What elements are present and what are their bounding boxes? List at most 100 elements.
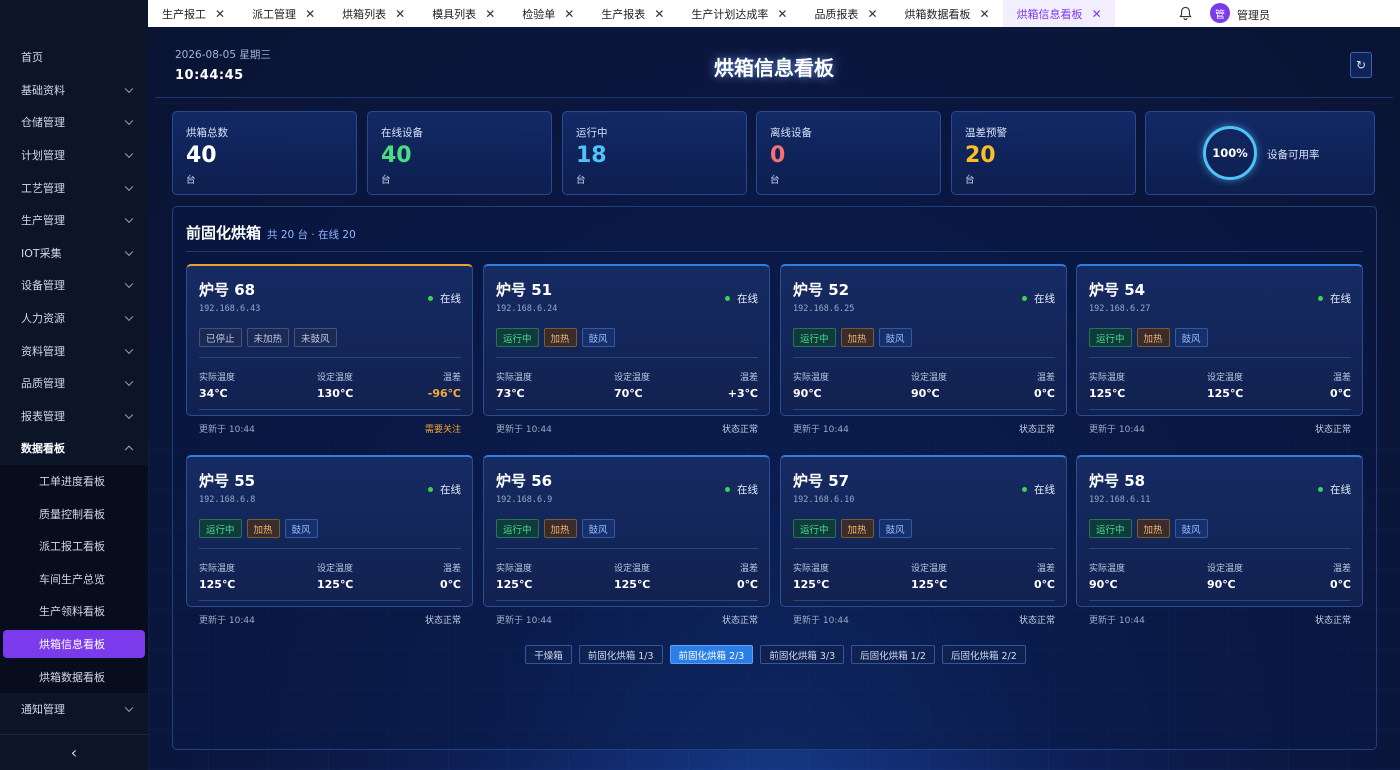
sidebar-item-plan[interactable]: 计划管理 bbox=[0, 139, 148, 172]
sidebar-item-label: 通知管理 bbox=[21, 703, 65, 717]
pager-button[interactable]: 后固化烘箱 2/2 bbox=[941, 645, 1026, 664]
online-status: 在线 bbox=[1318, 291, 1351, 306]
pager-button[interactable]: 干燥箱 bbox=[525, 645, 572, 664]
close-icon[interactable]: ✕ bbox=[564, 7, 574, 21]
refresh-button[interactable]: ↻ bbox=[1350, 52, 1372, 78]
actual-temp-label: 实际温度 bbox=[199, 373, 236, 383]
sidebar-item-reports[interactable]: 报表管理 bbox=[0, 400, 148, 433]
tab-inspection[interactable]: 检验单 ✕ bbox=[508, 0, 587, 27]
sidebar-item-warehouse[interactable]: 仓储管理 bbox=[0, 106, 148, 139]
close-icon[interactable]: ✕ bbox=[867, 7, 877, 21]
oven-card[interactable]: 炉号 55 192.168.6.8 在线 运行中 加热 鼓风 实际温度 设定温度 温… bbox=[186, 455, 473, 626]
sidebar-subitem-workshop-overview[interactable]: 车间生产总览 bbox=[0, 563, 148, 596]
set-temp-label: 设定温度 bbox=[614, 373, 651, 383]
sidebar-item-label: IOT采集 bbox=[21, 246, 62, 260]
sidebar-item-equipment[interactable]: 设备管理 bbox=[0, 269, 148, 302]
sidebar-subitem-quality-control[interactable]: 质量控制看板 bbox=[0, 497, 148, 530]
temp-diff-label: 温差 bbox=[1036, 564, 1055, 574]
stat-card-offline: 离线设备 0 台 bbox=[756, 111, 941, 195]
pager-button[interactable]: 前固化烘箱 1/3 bbox=[578, 645, 663, 664]
oven-card[interactable]: 炉号 57 192.168.6.10 在线 运行中 加热 鼓风 实际温度 设定温度 … bbox=[780, 455, 1067, 626]
avatar[interactable]: 管 bbox=[1210, 3, 1230, 23]
pager-button[interactable]: 前固化烘箱 3/3 bbox=[760, 645, 845, 664]
sidebar-item-process[interactable]: 工艺管理 bbox=[0, 171, 148, 204]
sidebar-subitem-work-order-progress[interactable]: 工单进度看板 bbox=[0, 465, 148, 498]
sidebar-item-production[interactable]: 生产管理 bbox=[0, 204, 148, 237]
stat-unit: 台 bbox=[381, 175, 391, 186]
oven-card[interactable]: 炉号 56 192.168.6.9 在线 运行中 加热 鼓风 实际温度 设定温度 温… bbox=[483, 455, 770, 626]
close-icon[interactable]: ✕ bbox=[215, 7, 225, 21]
tab-dispatch[interactable]: 派工管理 ✕ bbox=[238, 0, 328, 27]
bell-icon[interactable] bbox=[1178, 6, 1193, 21]
chevron-up-icon bbox=[124, 445, 134, 455]
sidebar-item-dashboards[interactable]: 数据看板 bbox=[0, 432, 148, 465]
status-dot-icon bbox=[725, 487, 730, 492]
set-temp-value: 90℃ bbox=[1207, 578, 1236, 591]
close-icon[interactable]: ✕ bbox=[305, 7, 315, 21]
close-icon[interactable]: ✕ bbox=[654, 7, 664, 21]
card-divider bbox=[793, 600, 1055, 601]
status-tags: 运行中 加热 鼓风 bbox=[496, 328, 615, 347]
sidebar-item-basic-data[interactable]: 基础资料 bbox=[0, 74, 148, 107]
status-tags: 运行中 加热 鼓风 bbox=[1089, 519, 1208, 538]
card-divider bbox=[793, 409, 1055, 410]
tab-production-report[interactable]: 生产报工 ✕ bbox=[148, 0, 238, 27]
oven-card[interactable]: 炉号 54 192.168.6.27 在线 运行中 加热 鼓风 实际温度 设定温度 … bbox=[1076, 264, 1363, 435]
close-icon[interactable]: ✕ bbox=[485, 7, 495, 21]
chevron-down-icon bbox=[124, 312, 134, 322]
sidebar-subitem-dispatch-report[interactable]: 派工报工看板 bbox=[0, 530, 148, 563]
header-divider bbox=[155, 97, 1393, 98]
actual-temp-label: 实际温度 bbox=[496, 564, 533, 574]
sidebar-item-documents[interactable]: 资料管理 bbox=[0, 334, 148, 367]
pager-button[interactable]: 前固化烘箱 2/3 bbox=[669, 645, 754, 664]
sidebar-item-hr[interactable]: 人力资源 bbox=[0, 302, 148, 335]
temp-diff-label: 温差 bbox=[1332, 564, 1351, 574]
close-icon[interactable]: ✕ bbox=[395, 7, 405, 21]
card-divider bbox=[1089, 409, 1351, 410]
tab-oven-list[interactable]: 烘箱列表 ✕ bbox=[328, 0, 418, 27]
sidebar-subitem-oven-data[interactable]: 烘箱数据看板 bbox=[0, 660, 148, 693]
oven-card[interactable]: 炉号 51 192.168.6.24 在线 运行中 加热 鼓风 实际温度 设定温度 … bbox=[483, 264, 770, 435]
card-divider bbox=[496, 600, 758, 601]
actual-temp-label: 实际温度 bbox=[496, 373, 533, 383]
tab-quality-report[interactable]: 品质报表 ✕ bbox=[800, 0, 890, 27]
sidebar-item-label: 资料管理 bbox=[21, 344, 65, 358]
sidebar-collapse-button[interactable]: ‹ bbox=[0, 734, 148, 770]
stat-card-total: 烘箱总数 40 台 bbox=[172, 111, 357, 195]
close-icon[interactable]: ✕ bbox=[777, 7, 787, 21]
status-dot-icon bbox=[1318, 296, 1323, 301]
updated-time: 更新于 10:44 bbox=[199, 616, 255, 626]
card-state: 需要关注 bbox=[424, 425, 461, 435]
oven-card[interactable]: 炉号 52 192.168.6.25 在线 运行中 加热 鼓风 实际温度 设定温度 … bbox=[780, 264, 1067, 435]
refresh-icon: ↻ bbox=[1355, 58, 1367, 72]
card-state: 状态正常 bbox=[721, 425, 758, 435]
oven-card[interactable]: 炉号 58 192.168.6.11 在线 运行中 加热 鼓风 实际温度 设定温度 … bbox=[1076, 455, 1363, 626]
user-name[interactable]: 管理员 bbox=[1237, 7, 1270, 23]
sidebar-subitem-material-picking[interactable]: 生产领料看板 bbox=[0, 595, 148, 628]
actual-temp-value: 73℃ bbox=[496, 387, 525, 400]
tab-plan-achievement[interactable]: 生产计划达成率 ✕ bbox=[677, 0, 800, 27]
temp-diff-label: 温差 bbox=[1036, 373, 1055, 383]
tab-production-statement[interactable]: 生产报表 ✕ bbox=[587, 0, 677, 27]
tab-label: 烘箱数据看板 bbox=[904, 7, 971, 21]
close-icon[interactable]: ✕ bbox=[980, 7, 990, 21]
status-badge: 加热 bbox=[1136, 328, 1170, 347]
tab-oven-data[interactable]: 烘箱数据看板 ✕ bbox=[891, 0, 1003, 27]
status-text: 在线 bbox=[737, 293, 758, 305]
sidebar-item-iot[interactable]: IOT采集 bbox=[0, 237, 148, 270]
oven-card[interactable]: 炉号 68 192.168.6.43 在线 已停止 未加热 未鼓风 实际温度 设定温… bbox=[186, 264, 473, 435]
sidebar-item-notifications[interactable]: 通知管理 bbox=[0, 693, 148, 726]
pager-button[interactable]: 后固化烘箱 1/2 bbox=[851, 645, 935, 664]
tab-mold-list[interactable]: 模具列表 ✕ bbox=[418, 0, 508, 27]
tab-oven-info[interactable]: 烘箱信息看板 ✕ bbox=[1002, 0, 1115, 27]
sidebar-subitem-oven-info[interactable]: 烘箱信息看板 bbox=[3, 629, 145, 658]
status-text: 在线 bbox=[737, 484, 758, 496]
sidebar-submenu-dashboards: 工单进度看板 质量控制看板 派工报工看板 车间生产总览 生产领料看板 烘箱信息看… bbox=[0, 464, 148, 693]
sidebar-item-home[interactable]: 首页 bbox=[0, 41, 148, 74]
oven-ip: 192.168.6.8 bbox=[199, 495, 256, 505]
sidebar-item-quality[interactable]: 品质管理 bbox=[0, 367, 148, 400]
sidebar-item-label: 工艺管理 bbox=[21, 181, 65, 195]
set-temp-label: 设定温度 bbox=[911, 373, 948, 383]
tab-bar: 生产报工 ✕ 派工管理 ✕ 烘箱列表 ✕ 模具列表 ✕ 检验单 ✕ 生产报表 ✕ 生产计划达… bbox=[148, 0, 1400, 27]
close-icon[interactable]: ✕ bbox=[1092, 7, 1102, 21]
